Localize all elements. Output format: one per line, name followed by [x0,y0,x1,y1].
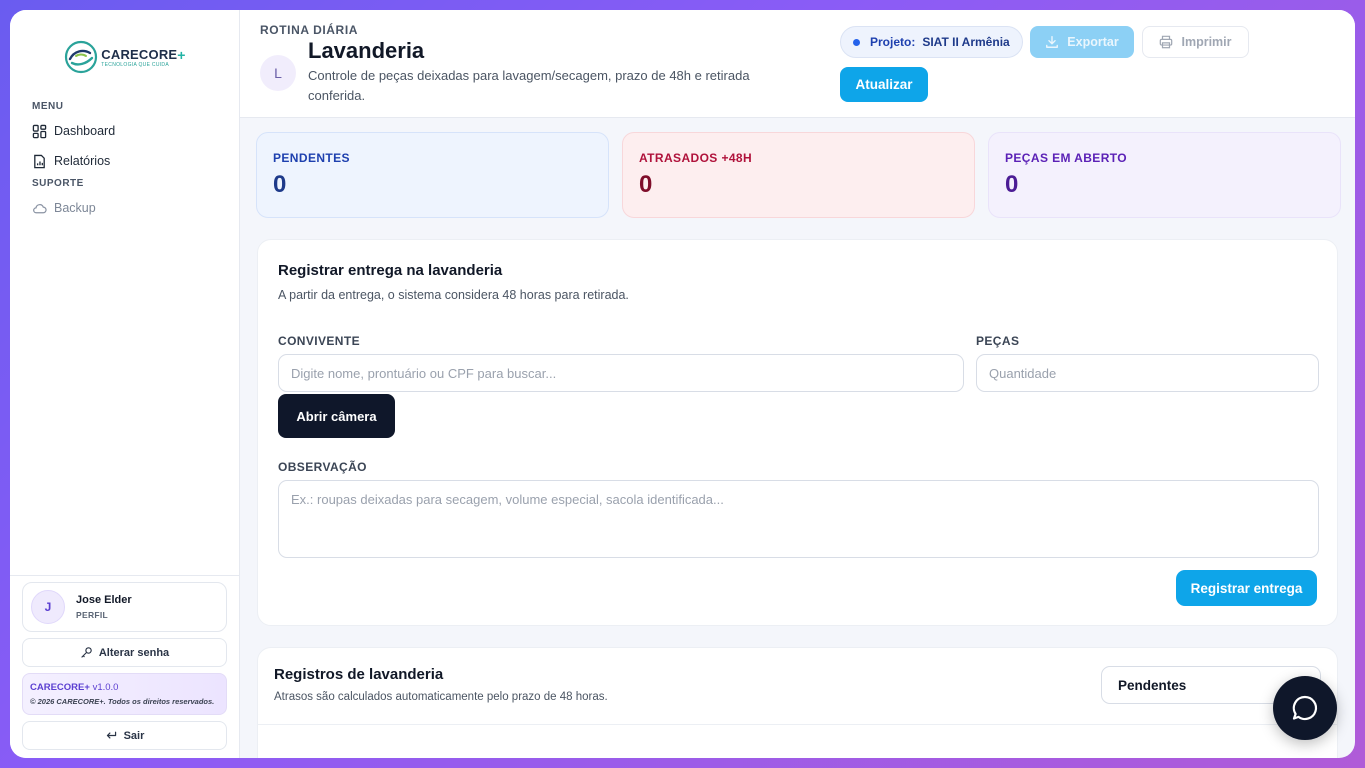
sidebar-item-reports[interactable]: Relatórios [10,146,239,176]
form-title: Registrar entrega na lavanderia [278,262,503,279]
support-section-title: SUPORTE [32,178,84,189]
chat-bubble-icon [1292,695,1318,721]
sidebar-item-label: Relatórios [54,154,111,168]
divider [258,724,1337,725]
logout-button[interactable]: Sair [22,721,227,750]
resident-label: CONVIVENTE [278,334,361,348]
stat-value: 0 [639,171,653,198]
menu-section-title: MENU [32,101,64,112]
care-hands-logo-icon [63,39,99,75]
register-delivery-button[interactable]: Registrar entrega [1176,570,1317,606]
stats-row: PENDENTES 0 ATRASADOS +48H 0 PEÇAS EM AB… [256,132,1341,218]
stat-label: PENDENTES [273,151,350,165]
stat-label: ATRASADOS +48H [639,151,753,165]
logout-label: Sair [123,729,145,742]
user-role: PERFIL [76,610,109,620]
resident-search-input[interactable]: Digite nome, prontuário ou CPF para busc… [278,354,964,392]
records-card: Registros de lavanderia Atrasos são calc… [257,647,1338,758]
stat-card-overdue: ATRASADOS +48H 0 [622,132,975,218]
status-dot-icon [853,38,860,46]
printer-icon [1160,35,1173,49]
stat-value: 0 [1005,171,1019,198]
export-button[interactable]: Exportar [1030,26,1134,58]
cloud-icon [33,203,47,213]
key-icon [81,647,92,658]
page-description: Controle de peças deixadas para lavagem/… [308,68,750,103]
refresh-button[interactable]: Atualizar [840,67,928,102]
copyright-text: © 2026 CARECORE+. Todos os direitos rese… [30,697,215,706]
app-window: CARECORE+ TECNOLOGIA QUE CUIDA MENU Dash… [10,10,1355,758]
page-avatar: L [260,55,296,91]
logo-plus: + [177,46,186,63]
stat-value: 0 [273,171,287,198]
page-title: Lavanderia [308,38,425,63]
delivery-form-card: Registrar entrega na lavanderia A partir… [257,239,1338,626]
sidebar-item-label: Backup [54,201,96,215]
pieces-label: PEÇAS [976,334,1020,348]
user-name: Jose Elder [76,594,132,606]
sidebar-footer: J Jose Elder PERFIL Alterar senha CARECO… [10,575,239,758]
export-label: Exportar [1067,35,1119,49]
report-icon [34,154,45,168]
print-label: Imprimir [1181,35,1232,49]
stat-label: PEÇAS EM ABERTO [1005,151,1128,165]
sidebar-item-label: Dashboard [54,124,116,138]
sidebar: CARECORE+ TECNOLOGIA QUE CUIDA MENU Dash… [10,10,240,758]
project-selector[interactable]: Projeto: SIAT II Armênia [840,26,1023,58]
project-key: Projeto: [870,35,916,49]
pieces-quantity-input[interactable]: Quantidade [976,354,1319,392]
page-eyebrow: ROTINA DIÁRIA [260,23,359,37]
avatar: J [31,590,65,624]
user-profile-card[interactable]: J Jose Elder PERFIL [22,582,227,632]
stat-card-open-pieces: PEÇAS EM ABERTO 0 [988,132,1341,218]
return-arrow-icon [106,731,116,739]
version-card: CARECORE+ v1.0.0 © 2026 CARECORE+. Todos… [22,673,227,715]
change-password-button[interactable]: Alterar senha [22,638,227,667]
form-subtitle: A partir da entrega, o sistema considera… [278,288,629,302]
dashboard-icon [32,124,47,138]
stat-card-pending: PENDENTES 0 [256,132,609,218]
logo-name: CARECORE [101,46,178,62]
main-content: ROTINA DIÁRIA L Lavanderia Controle de p… [240,10,1355,758]
sidebar-item-dashboard[interactable]: Dashboard [10,116,239,146]
version-brand: CARECORE+ [30,682,90,693]
sidebar-item-backup[interactable]: Backup [10,193,239,223]
note-label: OBSERVAÇÃO [278,460,367,474]
version-number: v1.0.0 [92,682,119,693]
download-icon [1046,36,1059,48]
chat-button[interactable] [1273,676,1337,740]
print-button[interactable]: Imprimir [1142,26,1249,58]
note-textarea[interactable]: Ex.: roupas deixadas para secagem, volum… [278,480,1319,558]
project-value: SIAT II Armênia [922,35,1010,49]
open-camera-button[interactable]: Abrir câmera [278,394,395,438]
page-header: ROTINA DIÁRIA L Lavanderia Controle de p… [240,10,1355,118]
logo[interactable]: CARECORE+ TECNOLOGIA QUE CUIDA [10,10,239,80]
change-password-label: Alterar senha [98,646,170,659]
